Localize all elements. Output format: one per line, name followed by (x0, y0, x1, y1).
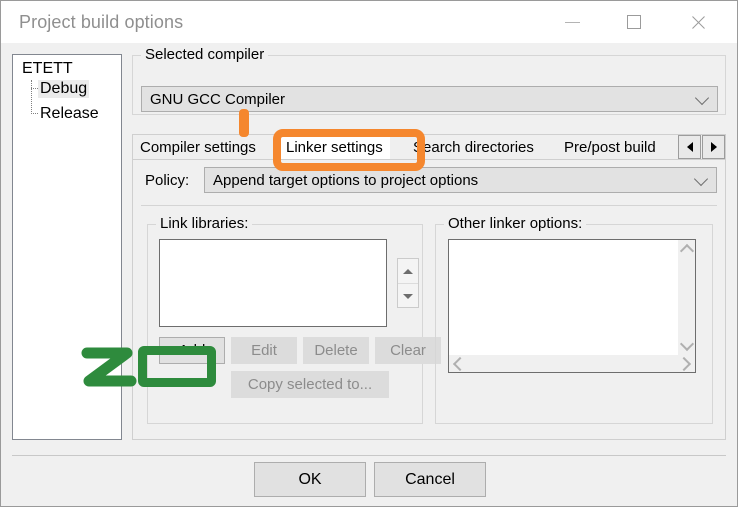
link-libraries-listbox[interactable] (159, 239, 387, 327)
tree-item-project[interactable]: ETETT (22, 60, 73, 78)
build-target-tree[interactable]: ETETT Debug Release (12, 54, 122, 440)
tab-search-directories[interactable]: Search directories (406, 135, 541, 159)
edit-button[interactable]: Edit (231, 337, 297, 364)
link-libraries-reorder-spinner[interactable] (397, 258, 419, 308)
tree-connector-debug (31, 88, 38, 90)
compiler-dropdown[interactable]: GNU GCC Compiler (141, 86, 718, 112)
ok-button[interactable]: OK (254, 462, 366, 497)
chevron-down-icon (693, 171, 709, 187)
chevron-down-icon (694, 90, 710, 106)
dialog-client-area: ETETT Debug Release Selected compiler GN… (1, 43, 737, 506)
window-title: Project build options (19, 12, 184, 32)
triangle-down-icon (403, 293, 413, 299)
link-libraries-group: Link libraries: Add Edit Delete Clear Co… (147, 215, 441, 424)
clear-button[interactable]: Clear (375, 337, 441, 364)
delete-button[interactable]: Delete (303, 337, 369, 364)
chevron-left-icon[interactable] (452, 356, 468, 372)
footer-separator (12, 455, 726, 456)
maximize-button[interactable] (611, 1, 657, 43)
other-linker-options-label: Other linker options: (444, 215, 587, 232)
move-up-button[interactable] (398, 259, 418, 284)
policy-dropdown-value: Append target options to project options (213, 171, 479, 189)
tree-connector-release (31, 113, 38, 115)
cancel-button[interactable]: Cancel (374, 462, 486, 497)
title-bar: Project build options (1, 1, 737, 43)
compiler-dropdown-value: GNU GCC Compiler (150, 90, 286, 108)
policy-dropdown[interactable]: Append target options to project options (204, 167, 717, 193)
copy-selected-to-button[interactable]: Copy selected to... (231, 371, 389, 398)
triangle-left-icon (686, 142, 693, 152)
other-linker-options-textarea[interactable] (448, 239, 696, 373)
project-build-options-dialog: Project build options ETETT Debug Releas… (0, 0, 738, 507)
tab-pre-post-build[interactable]: Pre/post build (557, 135, 663, 159)
tab-scroll-left-button[interactable] (678, 135, 701, 159)
minimize-button[interactable] (549, 1, 595, 43)
close-icon (690, 14, 707, 31)
tab-compiler-settings[interactable]: Compiler settings (133, 135, 263, 159)
other-linker-options-group: Other linker options: (435, 215, 713, 424)
minimize-icon (564, 21, 580, 23)
add-button[interactable]: Add (159, 337, 225, 364)
policy-label: Policy: (145, 172, 190, 189)
policy-separator (141, 205, 717, 206)
maximize-icon (627, 15, 641, 29)
tree-connector-vertical (31, 80, 33, 114)
close-button[interactable] (675, 1, 721, 43)
triangle-right-icon (710, 142, 717, 152)
chevron-up-icon[interactable] (679, 243, 695, 259)
linker-settings-page: Policy: Append target options to project… (132, 160, 726, 440)
tab-linker-settings[interactable]: Linker settings (279, 135, 390, 159)
move-down-button[interactable] (398, 284, 418, 308)
selected-compiler-label: Selected compiler (141, 46, 269, 63)
horizontal-scrollbar[interactable] (449, 355, 695, 372)
vertical-scrollbar[interactable] (678, 240, 695, 355)
tree-item-release[interactable]: Release (38, 105, 101, 123)
settings-tabstrip: Compiler settings Linker settings Search… (132, 134, 726, 160)
chevron-down-icon[interactable] (679, 336, 695, 352)
triangle-up-icon (403, 268, 413, 274)
tab-scroll-right-button[interactable] (702, 135, 725, 159)
chevron-right-icon[interactable] (676, 356, 692, 372)
link-libraries-label: Link libraries: (156, 215, 253, 232)
tree-item-debug[interactable]: Debug (38, 80, 90, 98)
